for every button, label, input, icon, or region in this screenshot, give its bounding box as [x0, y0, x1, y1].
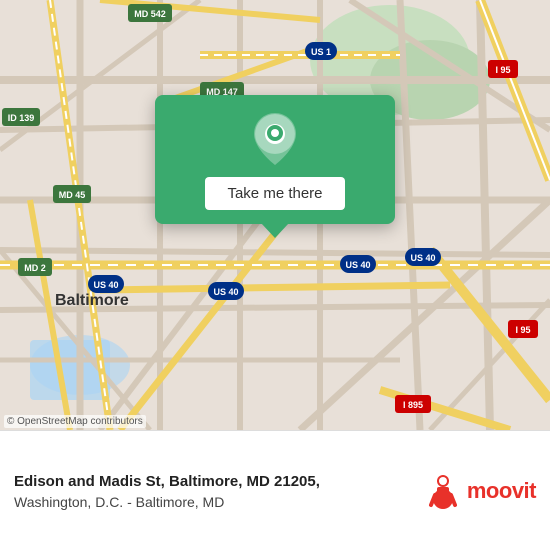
svg-text:MD 2: MD 2 — [24, 263, 46, 273]
take-me-there-button[interactable]: Take me there — [205, 177, 344, 210]
moovit-logo: moovit — [425, 473, 536, 509]
bottom-info-bar: Edison and Madis St, Baltimore, MD 21205… — [0, 430, 550, 550]
svg-text:Baltimore: Baltimore — [55, 292, 129, 309]
svg-text:US 1: US 1 — [311, 47, 331, 57]
svg-text:I 95: I 95 — [495, 65, 510, 75]
svg-text:I 95: I 95 — [515, 325, 530, 335]
address-line1: Edison and Madis St, Baltimore, MD 21205… — [14, 471, 425, 492]
svg-text:US 40: US 40 — [345, 260, 370, 270]
location-pin-icon — [254, 113, 296, 165]
address-line2: Washington, D.C. - Baltimore, MD — [14, 494, 425, 510]
svg-text:US 40: US 40 — [410, 253, 435, 263]
svg-text:MD 542: MD 542 — [134, 9, 166, 19]
map-attribution: © OpenStreetMap contributors — [4, 415, 146, 428]
map-container: MD 542 US 1 MD 147 MD 45 US 40 US 40 US … — [0, 0, 550, 550]
svg-text:ID 139: ID 139 — [8, 113, 35, 123]
moovit-figure-icon — [425, 473, 461, 509]
svg-text:MD 45: MD 45 — [59, 190, 86, 200]
moovit-brand-name: moovit — [467, 478, 536, 504]
address-info: Edison and Madis St, Baltimore, MD 21205… — [14, 471, 425, 510]
svg-text:US 40: US 40 — [213, 287, 238, 297]
svg-text:US 40: US 40 — [93, 280, 118, 290]
svg-text:I 895: I 895 — [403, 400, 423, 410]
location-popup: Take me there — [155, 95, 395, 224]
